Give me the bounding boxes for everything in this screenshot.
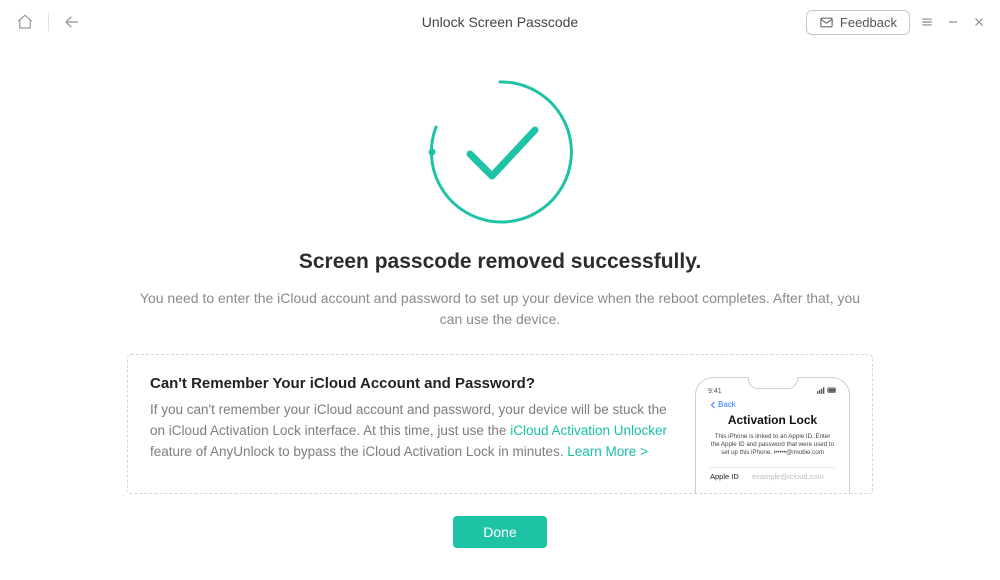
- titlebar-divider: [48, 13, 49, 31]
- phone-frame: 9:41 Back Activation: [695, 377, 850, 494]
- titlebar: Unlock Screen Passcode Feedback: [0, 0, 1000, 44]
- feedback-label: Feedback: [840, 15, 897, 30]
- info-text: Can't Remember Your iCloud Account and P…: [150, 375, 677, 479]
- phone-screen: 9:41 Back Activation: [702, 384, 843, 494]
- chevron-left-icon: [710, 401, 716, 409]
- menu-icon[interactable]: [918, 13, 936, 31]
- phone-field-label: Apple ID: [710, 472, 752, 481]
- titlebar-right: Feedback: [806, 10, 988, 35]
- phone-time: 9:41: [708, 388, 722, 395]
- info-body-mid: feature of AnyUnlock to bypass the iClou…: [150, 444, 567, 459]
- phone-screen-content: Back Activation Lock This iPhone is link…: [702, 396, 843, 485]
- learn-more-link[interactable]: Learn More >: [567, 444, 648, 459]
- activation-unlocker-link[interactable]: iCloud Activation Unlocker: [510, 423, 667, 438]
- phone-activation-title: Activation Lock: [710, 413, 835, 427]
- info-body: If you can't remember your iCloud accoun…: [150, 400, 677, 463]
- phone-back-label: Back: [718, 400, 736, 409]
- close-icon[interactable]: [970, 13, 988, 31]
- success-check-icon: [420, 72, 580, 232]
- home-icon[interactable]: [12, 9, 38, 35]
- back-icon[interactable]: [59, 9, 85, 35]
- info-card: Can't Remember Your iCloud Account and P…: [127, 354, 873, 494]
- titlebar-left: [12, 9, 85, 35]
- phone-back-link: Back: [710, 400, 835, 409]
- mail-icon: [819, 15, 834, 30]
- main-content: Screen passcode removed successfully. Yo…: [0, 44, 1000, 548]
- phone-field-value: example@icloud.com: [752, 472, 824, 481]
- phone-signal-icon: [817, 387, 837, 396]
- phone-mockup: 9:41 Back Activation: [695, 377, 850, 481]
- minimize-icon[interactable]: [944, 13, 962, 31]
- done-button[interactable]: Done: [453, 516, 546, 548]
- phone-field-appleid: Apple ID example@icloud.com: [710, 467, 835, 485]
- success-subtext: You need to enter the iCloud account and…: [130, 288, 870, 330]
- phone-notch: [748, 377, 798, 389]
- phone-activation-desc: This iPhone is linked to an Apple ID. En…: [710, 433, 835, 457]
- success-headline: Screen passcode removed successfully.: [299, 250, 701, 274]
- info-title: Can't Remember Your iCloud Account and P…: [150, 375, 677, 392]
- page-title: Unlock Screen Passcode: [422, 14, 578, 30]
- feedback-button[interactable]: Feedback: [806, 10, 910, 35]
